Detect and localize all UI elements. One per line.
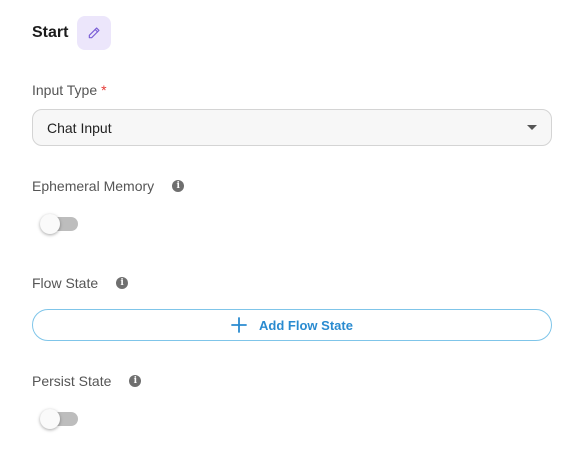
ephemeral-memory-toggle[interactable] [40,214,78,234]
toggle-thumb [40,409,60,429]
ephemeral-memory-label-row: Ephemeral Memory i [32,178,185,194]
persist-state-toggle[interactable] [40,409,78,429]
start-node-panel: Start Input Type * Chat Input Ephemeral … [0,0,584,465]
input-type-select[interactable]: Chat Input [32,109,552,146]
toggle-thumb [40,214,60,234]
add-flow-state-label: Add Flow State [259,317,353,333]
info-icon[interactable]: i [116,277,129,289]
add-flow-state-button[interactable]: Add Flow State [32,309,552,341]
edit-title-button[interactable] [77,16,112,50]
persist-state-label-row: Persist State i [32,373,142,389]
ephemeral-memory-label: Ephemeral Memory [32,178,155,194]
plus-icon [231,317,247,333]
input-type-label: Input Type [32,82,98,98]
required-asterisk: * [101,82,107,98]
panel-header: Start [32,16,112,50]
info-icon[interactable]: i [172,180,185,192]
panel-title: Start [32,24,69,41]
input-type-label-row: Input Type * [32,82,107,98]
chevron-down-icon [527,125,537,130]
input-type-selected-value: Chat Input [47,119,112,136]
persist-state-label: Persist State [32,373,112,389]
flow-state-label: Flow State [32,275,99,291]
flow-state-label-row: Flow State i [32,275,129,291]
pencil-icon [89,27,100,39]
info-icon[interactable]: i [129,375,142,387]
